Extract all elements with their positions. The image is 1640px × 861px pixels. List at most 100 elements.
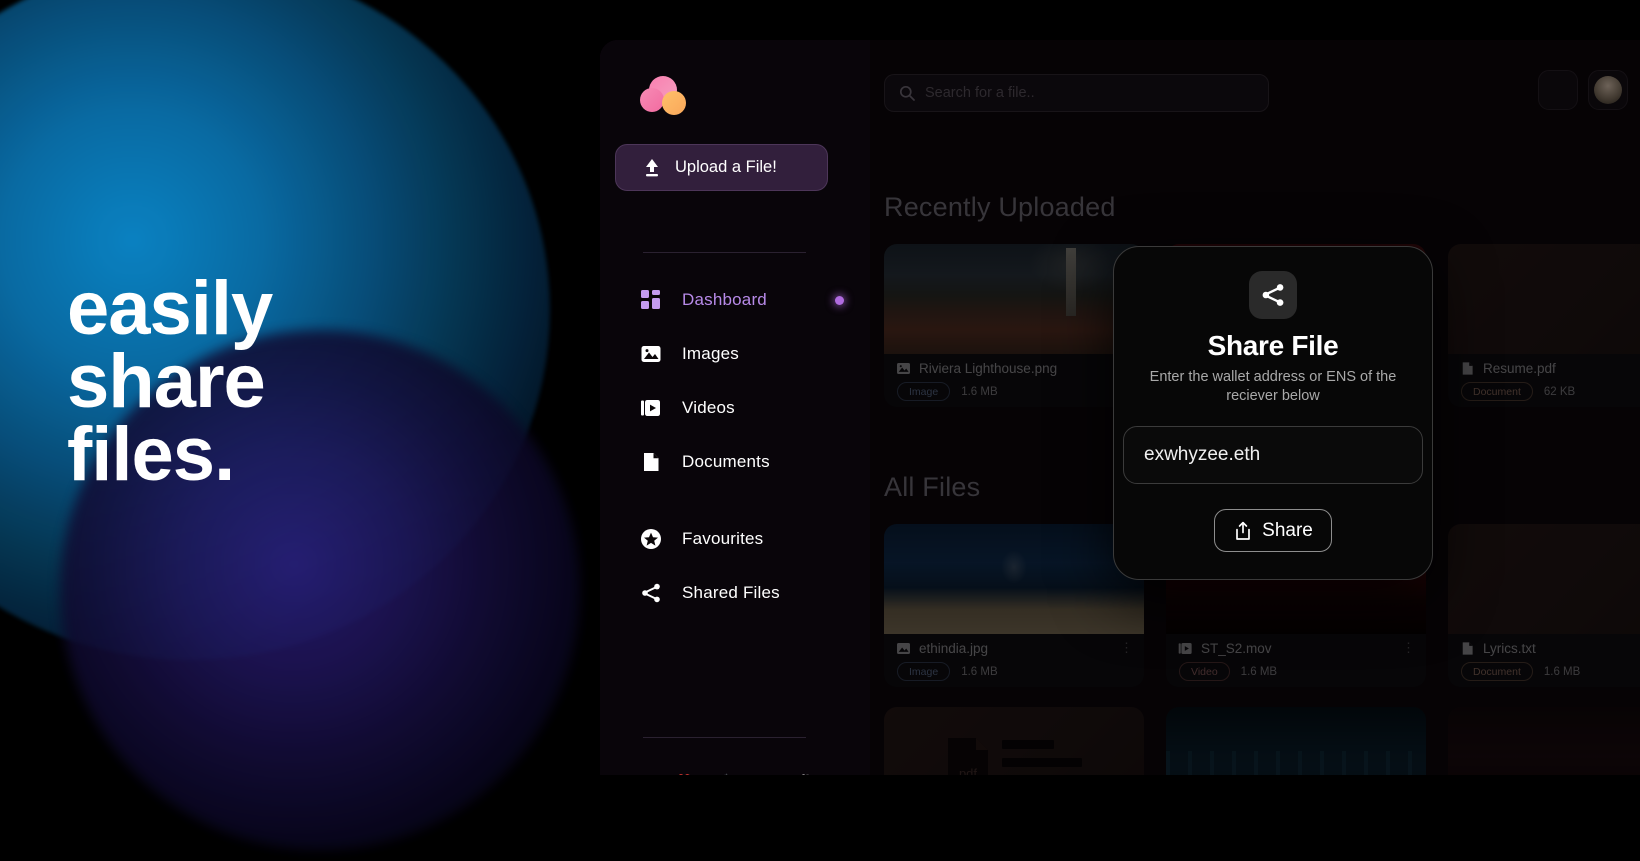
file-name-row: ethindia.jpg [896, 641, 1132, 656]
file-thumbnail [884, 244, 1144, 354]
file-name: Riviera Lighthouse.png [919, 361, 1058, 376]
modal-subtitle: Enter the wallet address or ENS of the r… [1149, 369, 1397, 404]
file-type-badge: Document [1461, 662, 1533, 681]
file-name: ethindia.jpg [919, 641, 989, 656]
share-nodes-icon [640, 582, 662, 604]
file-name: Lyrics.txt [1483, 641, 1536, 656]
document-file-icon [1460, 641, 1475, 656]
sidebar-item-label: Dashboard [682, 290, 767, 309]
sidebar: Upload a File! Dashboard Images Videos D… [600, 40, 870, 775]
file-size: 1.6 MB [1543, 665, 1581, 678]
recipient-address-value: exwhyzee.eth [1144, 444, 1261, 465]
upload-icon [642, 158, 662, 178]
sidebar-item-label: Documents [682, 452, 770, 471]
file-badges: Image 1.6 MB [896, 662, 1132, 681]
file-card[interactable]: txt [1448, 524, 1640, 687]
file-badges: Document 1.6 MB [1460, 662, 1640, 681]
sidebar-item-label: Favourites [682, 529, 764, 548]
file-type-badge: Video [1179, 662, 1230, 681]
cloud-logo-icon[interactable] [638, 72, 692, 120]
sidebar-item-shared-files[interactable]: Shared Files [600, 566, 870, 620]
file-thumbnail [1448, 707, 1640, 775]
image-icon [640, 343, 662, 365]
file-meta: Riviera Lighthouse.png Image 1.6 MB [884, 354, 1144, 407]
file-menu-icon[interactable]: ⋮ [1120, 641, 1133, 654]
file-name-row: ST_S2.mov [1178, 641, 1414, 656]
sidebar-footer-credit: Built with ❤️ and ☕ @ ETHIndia 🐘 [628, 773, 815, 775]
file-type-badge: Document [1461, 382, 1533, 401]
modal-title: Share File [1207, 330, 1339, 361]
file-thumbnail [1166, 707, 1426, 775]
file-badges: Image 1.6 MB [896, 382, 1132, 401]
file-name-row: Lyrics.txt [1460, 641, 1640, 656]
file-size: 62 KB [1543, 385, 1576, 398]
file-meta: ethindia.jpg Image 1.6 MB [884, 634, 1144, 687]
file-card[interactable] [1448, 707, 1640, 775]
video-file-icon [1178, 641, 1193, 656]
sidebar-divider-top [643, 252, 806, 253]
all-files-title: All Files [884, 472, 981, 502]
file-name-row: Riviera Lighthouse.png [896, 361, 1132, 376]
file-card[interactable]: ethindia.jpg Image 1.6 MB ⋮ [884, 524, 1144, 687]
image-file-icon [896, 361, 911, 376]
share-button-label: Share [1262, 519, 1313, 541]
file-badges: Document 62 KB [1460, 382, 1640, 401]
file-name: Resume.pdf [1483, 361, 1556, 376]
file-thumbnail [884, 524, 1144, 634]
sidebar-item-videos[interactable]: Videos [600, 381, 870, 435]
file-type-badge: Image [897, 662, 951, 681]
file-menu-icon[interactable]: ⋮ [1402, 641, 1415, 654]
sidebar-item-favourites[interactable]: Favourites [600, 512, 870, 566]
recently-uploaded-title: Recently Uploaded [884, 192, 1116, 222]
document-preview-lines [1002, 739, 1082, 776]
avatar [1594, 76, 1622, 104]
document-file-icon [1460, 361, 1475, 376]
file-card[interactable]: Riviera Lighthouse.png Image 1.6 MB ⋮ [884, 244, 1144, 407]
star-circle-icon [640, 528, 662, 550]
file-thumbnail: txt [1448, 524, 1640, 634]
sidebar-item-dashboard[interactable]: Dashboard [600, 273, 870, 327]
sidebar-item-label: Images [682, 344, 739, 363]
topbar-actions [1538, 70, 1628, 110]
file-badges: Video 1.6 MB [1178, 662, 1414, 681]
app-root: easily share files. Upload a File! Dashb… [0, 0, 1640, 861]
upload-file-label: Upload a File! [675, 158, 777, 176]
sidebar-item-label: Videos [682, 398, 735, 417]
file-meta: Lyrics.txt Document 1.6 MB [1448, 634, 1640, 687]
file-type-badge: Image [897, 382, 951, 401]
search-icon [899, 85, 915, 101]
sidebar-item-documents[interactable]: Documents [600, 435, 870, 489]
sidebar-divider-bottom [643, 737, 806, 738]
file-thumbnail: pdf [884, 707, 1144, 775]
document-icon [640, 451, 662, 473]
file-size: 1.6 MB [1240, 665, 1278, 678]
file-card[interactable]: pdf [1448, 244, 1640, 407]
share-button[interactable]: Share [1214, 509, 1332, 552]
file-size: 1.6 MB [961, 385, 998, 398]
upload-file-button[interactable]: Upload a File! [615, 144, 828, 191]
share-upload-icon [1233, 521, 1253, 541]
search-placeholder: Search for a file.. [925, 85, 1035, 101]
dashboard-grid-icon [640, 289, 662, 311]
share-nodes-icon [1249, 271, 1297, 319]
share-file-modal: Share File Enter the wallet address or E… [1113, 246, 1433, 580]
hero-headline: easily share files. [67, 266, 273, 497]
sidebar-item-images[interactable]: Images [600, 327, 870, 381]
file-name-row: Resume.pdf [1460, 361, 1640, 376]
user-avatar-icon[interactable] [1588, 70, 1628, 110]
active-indicator-dot [835, 295, 844, 305]
recipient-address-input[interactable]: exwhyzee.eth [1123, 426, 1423, 484]
file-meta: Resume.pdf Document 62 KB [1448, 354, 1640, 407]
file-size: 1.6 MB [961, 665, 998, 678]
sidebar-nav: Dashboard Images Videos Documents Favour… [600, 273, 870, 620]
file-card[interactable]: pdf [884, 707, 1144, 775]
svg-text:pdf: pdf [959, 766, 977, 775]
file-name: ST_S2.mov [1201, 641, 1272, 656]
search-input[interactable]: Search for a file.. [884, 74, 1269, 112]
file-card[interactable] [1166, 707, 1426, 775]
grid-row: pdf [884, 707, 1640, 775]
hero-panel: easily share files. [0, 0, 600, 861]
theme-toggle-icon[interactable] [1538, 70, 1578, 110]
video-icon [640, 397, 662, 419]
sidebar-item-label: Shared Files [682, 583, 780, 602]
